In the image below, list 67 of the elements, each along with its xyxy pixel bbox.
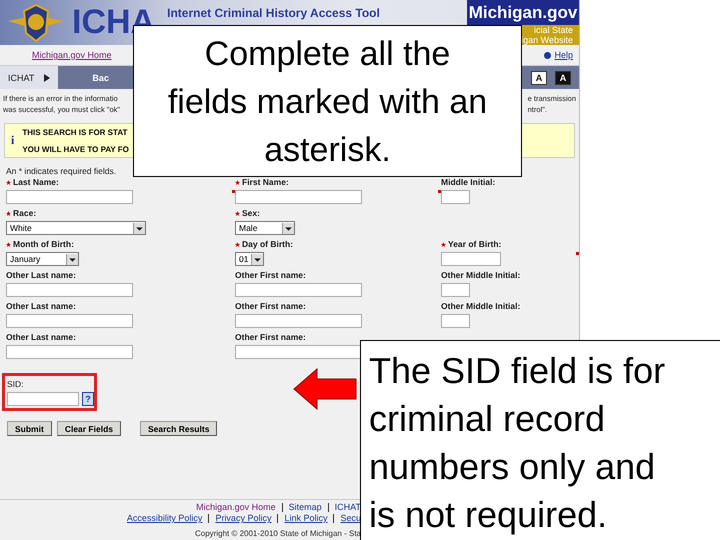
- text-field[interactable]: [441, 314, 470, 328]
- badge-logo-icon: [8, 2, 64, 42]
- notice-text: THIS SEARCH IS FOR STAT: [22, 126, 128, 138]
- field-label: Other Last name:: [6, 332, 76, 342]
- text-field[interactable]: [235, 283, 362, 297]
- text-size-button[interactable]: A: [555, 70, 571, 84]
- help-button[interactable]: ?: [82, 392, 94, 406]
- caret-icon: [251, 254, 263, 264]
- footer-link[interactable]: Privacy Policy: [215, 513, 272, 523]
- help-icon: [544, 52, 552, 58]
- dropdown-field[interactable]: White: [6, 221, 146, 235]
- field-label: Year of Birth:: [448, 239, 502, 249]
- dropdown-field[interactable]: Male: [235, 221, 295, 235]
- footer-link[interactable]: Sitemap: [288, 502, 322, 512]
- caret-icon: [282, 222, 294, 234]
- field-label: Middle Initial:: [441, 177, 496, 187]
- form-button[interactable]: Submit: [7, 421, 52, 436]
- nav-tab[interactable]: Bac: [84, 66, 117, 89]
- field-label: Race:: [13, 208, 36, 218]
- text-field[interactable]: [441, 252, 501, 266]
- tagline-text: icial State: [534, 25, 573, 35]
- text-size-button[interactable]: A: [531, 70, 547, 84]
- help-link[interactable]: Help: [544, 50, 573, 60]
- text-field[interactable]: [6, 345, 133, 359]
- footer-link[interactable]: ICHAT: [334, 502, 361, 512]
- footer-link[interactable]: Michigan.gov Home: [196, 502, 276, 512]
- text-field[interactable]: [441, 283, 470, 297]
- footer-link[interactable]: Accessibility Policy: [126, 513, 202, 523]
- callout-text: Complete all the fields marked with an asterisk.: [133, 25, 522, 177]
- footer-link[interactable]: Link Policy: [284, 513, 328, 523]
- text-field[interactable]: [235, 314, 362, 328]
- text-field[interactable]: [6, 283, 133, 297]
- dropdown-field[interactable]: January: [6, 252, 79, 266]
- field-label: Other First name:: [235, 301, 306, 311]
- form-button[interactable]: Clear Fields: [56, 421, 121, 436]
- text-field[interactable]: [6, 314, 133, 328]
- caret-icon: [133, 222, 145, 234]
- sid-field[interactable]: [7, 392, 79, 406]
- nav-tab[interactable]: ICHAT: [0, 66, 58, 89]
- play-icon: [44, 74, 50, 82]
- field-label: Month of Birth:: [13, 239, 74, 249]
- arrow-icon: [293, 368, 357, 410]
- field-label: Other Last name:: [6, 270, 76, 280]
- field-label: First Name:: [242, 177, 289, 187]
- notice-text: YOU WILL HAVE TO PAY FO: [22, 144, 129, 156]
- field-label: Last Name:: [13, 177, 59, 187]
- caret-icon: [66, 254, 78, 264]
- callout-text: The SID field is for criminal record numbers only and is not required.: [360, 340, 720, 540]
- field-label: Other First name:: [235, 270, 306, 280]
- dropdown-field[interactable]: 01: [235, 252, 264, 266]
- form-button[interactable]: Search Results: [140, 421, 218, 436]
- info-icon: i: [11, 133, 14, 148]
- text-field[interactable]: [235, 345, 362, 359]
- required-note: An * indicates required fields.: [6, 166, 118, 176]
- site-badge[interactable]: Michigan.gov: [467, 0, 579, 25]
- field-label: Sex:: [242, 208, 260, 218]
- field-label: Day of Birth:: [242, 239, 293, 249]
- field-label: Other Middle Initial:: [441, 301, 520, 311]
- tool-title: Internet Criminal History Access Tool: [167, 6, 380, 22]
- text-field[interactable]: [235, 190, 362, 204]
- home-link[interactable]: Michigan.gov Home: [32, 50, 112, 60]
- field-label: Other First name:: [235, 332, 306, 342]
- text-field[interactable]: [6, 190, 133, 204]
- field-label: Other Last name:: [6, 301, 76, 311]
- field-label: SID:: [7, 378, 25, 388]
- field-label: Other Middle Initial:: [441, 270, 520, 280]
- text-field[interactable]: [441, 190, 470, 204]
